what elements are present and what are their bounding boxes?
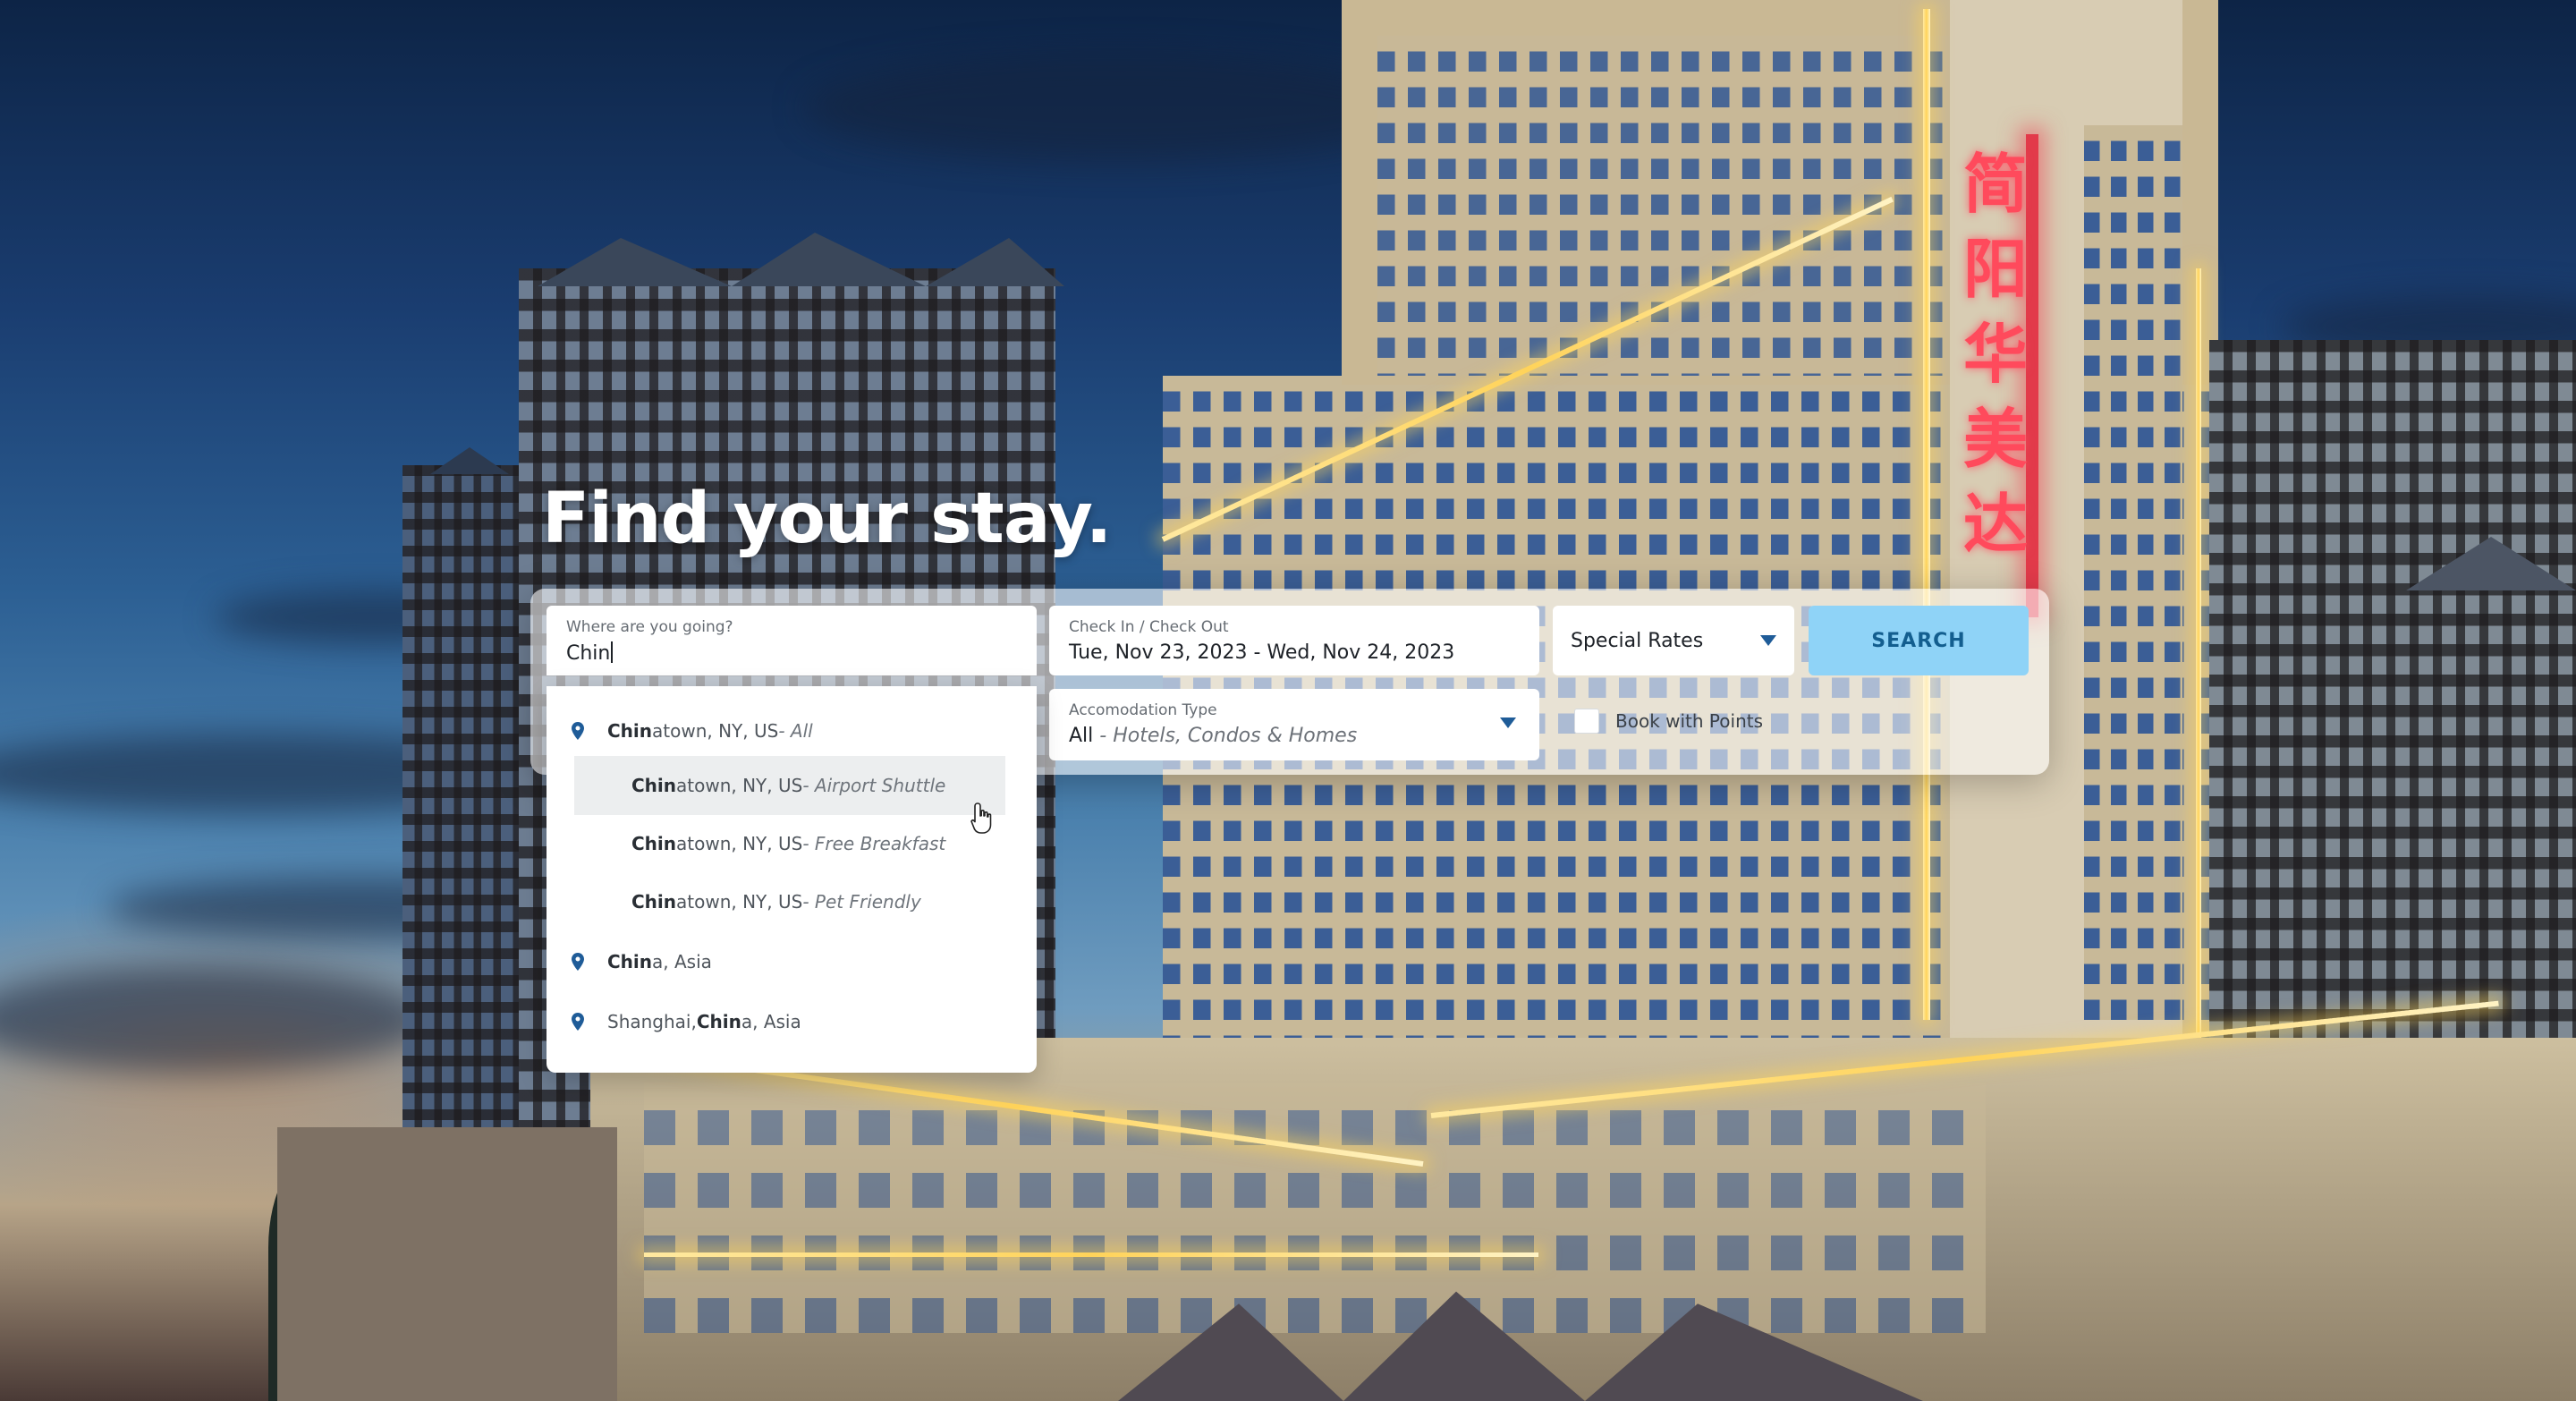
suggestion-item[interactable]: Chin atown, NY, US - All bbox=[547, 702, 1037, 760]
suggestion-item[interactable]: Chin atown, NY, US - Pet Friendly bbox=[547, 873, 1037, 930]
location-pin-icon bbox=[572, 953, 598, 971]
suggestion-item[interactable]: Chin atown, NY, US - Airport Shuttle bbox=[574, 756, 1005, 815]
neon-sign: 美 bbox=[1963, 401, 2029, 477]
check-in-out-value: Tue, Nov 23, 2023 - Wed, Nov 24, 2023 bbox=[1069, 641, 1455, 664]
special-rates-label: Special Rates bbox=[1571, 629, 1704, 652]
triangle-down-icon bbox=[1500, 717, 1516, 728]
accommodation-type-value: All - Hotels, Condos & Homes bbox=[1069, 725, 1520, 747]
gold-light bbox=[2196, 268, 2201, 1109]
suggestion-category: - Airport Shuttle bbox=[802, 775, 946, 796]
suggestion-text: atown, NY, US bbox=[676, 891, 803, 913]
book-with-points-toggle[interactable]: Book with Points bbox=[1574, 709, 1763, 734]
gold-light bbox=[1923, 9, 1930, 1020]
accommodation-selected: All bbox=[1069, 725, 1094, 747]
suggestion-match: Chin bbox=[631, 833, 677, 854]
special-rates-select[interactable]: Special Rates bbox=[1553, 606, 1794, 675]
search-button[interactable]: SEARCH bbox=[1809, 606, 2029, 675]
suggestion-category: - All bbox=[778, 720, 813, 742]
suggestion-match: Chin bbox=[631, 775, 677, 796]
destination-label: Where are you going? bbox=[566, 618, 733, 636]
accommodation-type-label: Accomodation Type bbox=[1069, 701, 1217, 719]
neon-sign: 简 bbox=[1963, 146, 2029, 222]
book-with-points-label: Book with Points bbox=[1615, 710, 1763, 732]
cloud bbox=[805, 54, 1431, 161]
accommodation-type-select[interactable]: Accomodation Type All - Hotels, Condos &… bbox=[1049, 689, 1539, 760]
neon-sign: 达 bbox=[1963, 486, 2029, 562]
suggestion-match: Chin bbox=[696, 1011, 741, 1032]
podium-windows bbox=[644, 1083, 1986, 1333]
hand-pointer-icon bbox=[970, 802, 996, 839]
destination-field[interactable]: Where are you going? Chin bbox=[547, 606, 1037, 675]
location-pin-icon bbox=[572, 722, 598, 740]
suggestion-prefix: Shanghai, bbox=[607, 1011, 697, 1032]
destination-input-text: Chin bbox=[566, 642, 611, 665]
suggestion-category: - Pet Friendly bbox=[802, 891, 921, 913]
destination-suggestions: Chin atown, NY, US - All Chin atown, NY, U… bbox=[547, 686, 1037, 1073]
suggestion-item[interactable]: Chin a, Asia bbox=[547, 933, 1037, 990]
destination-input[interactable]: Chin bbox=[566, 641, 1017, 665]
check-in-out-label: Check In / Check Out bbox=[1069, 618, 1229, 636]
suggestion-item[interactable]: Chin atown, NY, US - Free Breakfast bbox=[547, 815, 1037, 872]
gold-light bbox=[644, 1252, 1538, 1257]
text-caret bbox=[611, 641, 614, 663]
suggestion-text: atown, NY, US bbox=[676, 833, 803, 854]
suggestion-category: - Free Breakfast bbox=[802, 833, 946, 854]
suggestion-match: Chin bbox=[631, 891, 677, 913]
neon-sign: 阳 bbox=[1963, 231, 2029, 307]
suggestion-text: atown, NY, US bbox=[652, 720, 779, 742]
suggestion-text: atown, NY, US bbox=[676, 775, 803, 796]
page-title: Find your stay. bbox=[542, 479, 1112, 559]
suggestion-match: Chin bbox=[607, 951, 653, 972]
hotel-right-windows bbox=[2084, 125, 2182, 1020]
suggestion-text: a, Asia bbox=[741, 1011, 801, 1032]
suggestion-item[interactable]: Shanghai, Chin a, Asia bbox=[547, 993, 1037, 1050]
suggestion-match: Chin bbox=[607, 720, 653, 742]
accommodation-description: - Hotels, Condos & Homes bbox=[1093, 725, 1358, 747]
left-low-building bbox=[277, 1127, 617, 1401]
location-pin-icon bbox=[572, 1013, 598, 1031]
book-with-points-checkbox[interactable] bbox=[1574, 709, 1599, 734]
neon-sign: 华 bbox=[1963, 316, 2029, 392]
triangle-down-icon bbox=[1760, 635, 1776, 646]
red-neon-strip bbox=[2026, 134, 2038, 617]
suggestion-text: a, Asia bbox=[652, 951, 712, 972]
check-in-out-field[interactable]: Check In / Check Out Tue, Nov 23, 2023 -… bbox=[1049, 606, 1539, 675]
